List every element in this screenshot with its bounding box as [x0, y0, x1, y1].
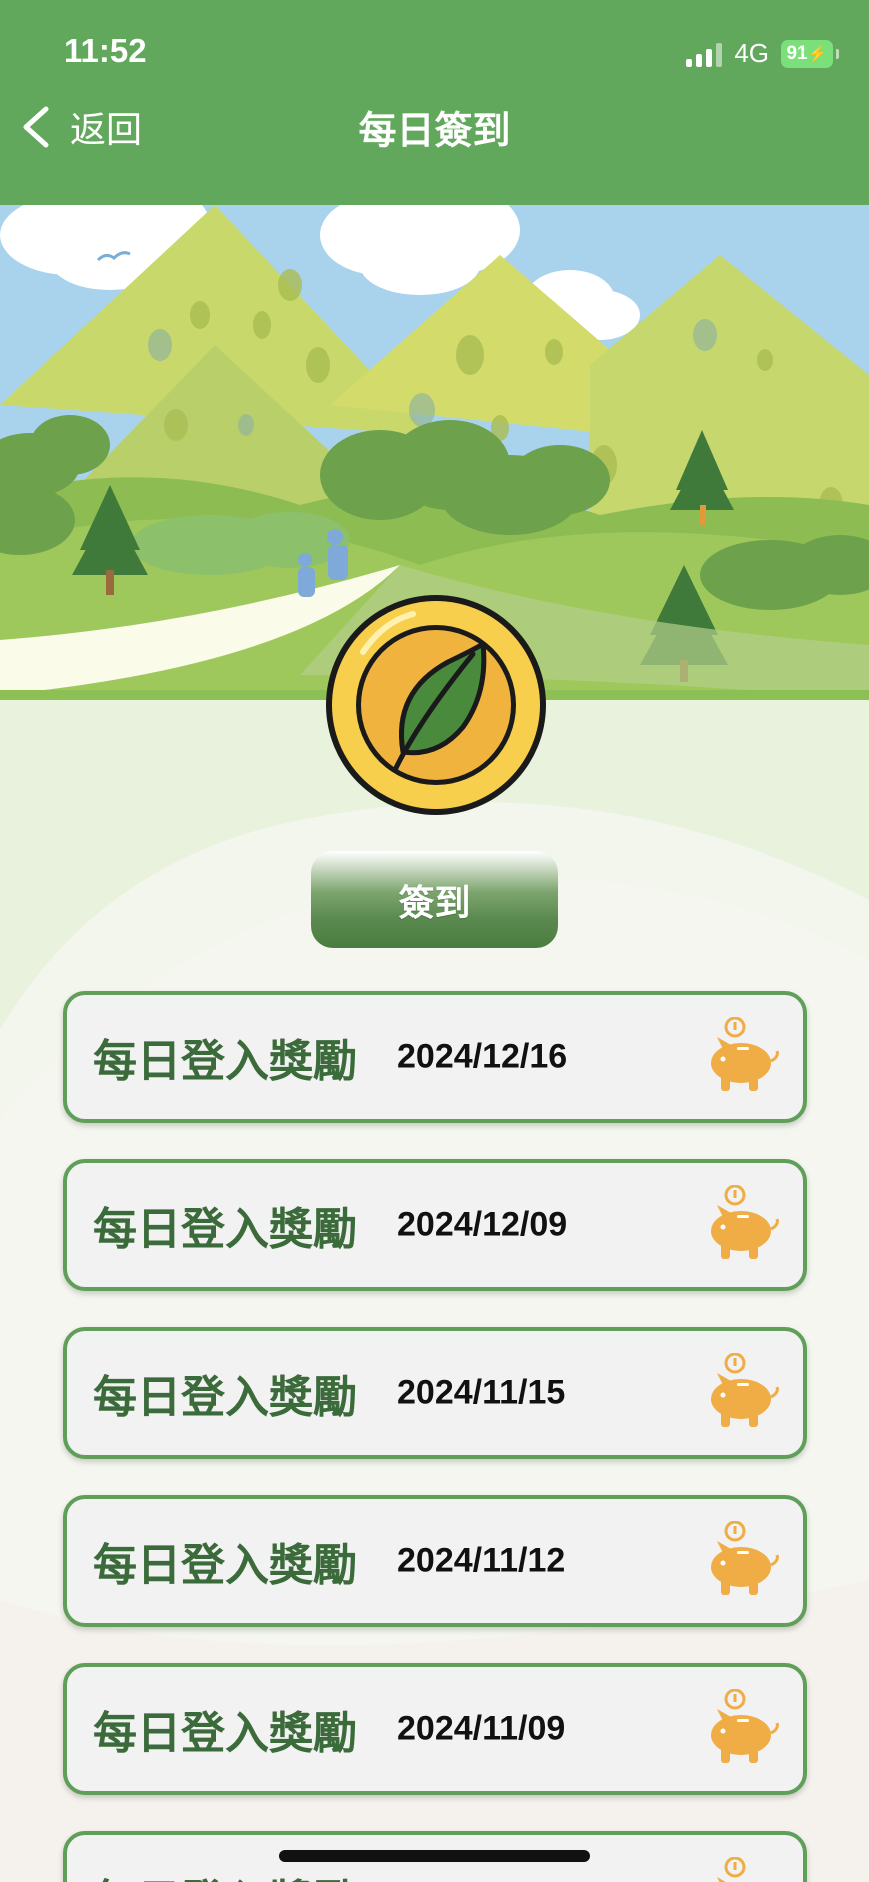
- reward-item[interactable]: 每日登入獎勵 2024/11/12: [63, 1495, 807, 1627]
- leaf-coin-icon: [326, 595, 546, 815]
- page-title: 每日簽到: [358, 108, 511, 153]
- reward-date: 2024/12/09: [397, 1205, 568, 1244]
- status-time: 11:52: [64, 32, 147, 69]
- signal-icon: [686, 41, 723, 67]
- piggy-bank-icon: [711, 1017, 779, 1091]
- piggy-bank-icon: [711, 1689, 779, 1763]
- piggy-bank-icon: [711, 1185, 779, 1259]
- reward-date: 2024/11/15: [397, 1373, 566, 1412]
- reward-title: 每日登入獎勵: [93, 1372, 357, 1423]
- reward-item[interactable]: 每日登入獎勵 2024/11/09: [63, 1663, 807, 1795]
- battery-level: 91: [786, 42, 808, 64]
- status-indicators: 4G 91 ⚡: [686, 38, 839, 69]
- piggy-bank-icon: [717, 1857, 746, 1882]
- reward-title: 每日登入獎勵: [93, 1204, 357, 1255]
- checkin-button[interactable]: 簽到: [311, 851, 558, 948]
- piggy-bank-icon: [711, 1521, 779, 1595]
- reward-item[interactable]: 每日登入獎勵 2024/12/09: [63, 1159, 807, 1291]
- reward-date: 2024/11/12: [397, 1541, 566, 1580]
- reward-title: 每日登入獎勵: [93, 1036, 357, 1087]
- app-header: 11:52 4G 91 ⚡ 返回 每日簽到: [0, 0, 869, 205]
- reward-title: 每日登入獎勵: [93, 1865, 357, 1882]
- piggy-bank-icon: [711, 1353, 779, 1427]
- battery-icon: 91 ⚡: [781, 39, 839, 68]
- reward-title: 每日登入獎勵: [93, 1540, 357, 1591]
- reward-item[interactable]: 每日登入獎勵 2024/11/15: [63, 1327, 807, 1459]
- home-indicator[interactable]: [279, 1850, 590, 1862]
- reward-date: 2024/11/09: [397, 1709, 566, 1748]
- network-type: 4G: [734, 38, 769, 68]
- reward-title: 每日登入獎勵: [93, 1708, 357, 1759]
- reward-item[interactable]: 每日登入獎勵 2024/12/16: [63, 991, 807, 1123]
- reward-date: 2024/12/16: [397, 1037, 568, 1076]
